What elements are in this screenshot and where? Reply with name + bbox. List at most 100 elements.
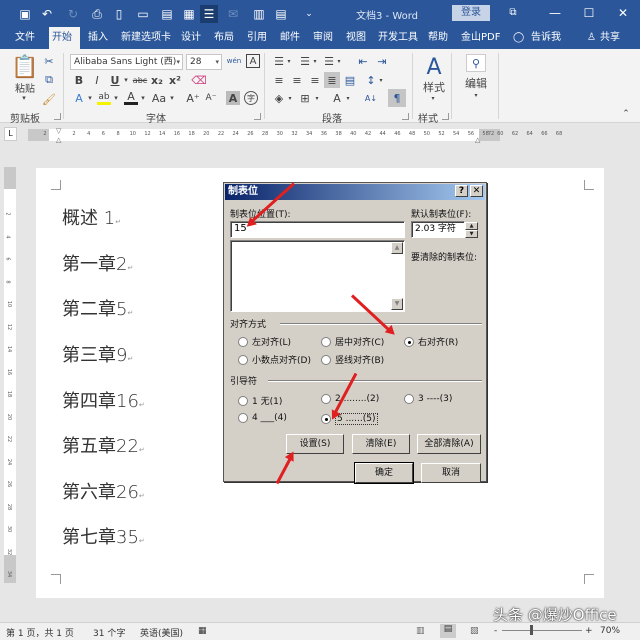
shrink-font-button[interactable]: A⁻ [204, 91, 218, 105]
bold-button[interactable]: B [72, 73, 86, 87]
text-effects-button[interactable]: A [72, 91, 86, 105]
bullets-dropdown-icon[interactable]: ▾ [286, 54, 292, 68]
save-icon[interactable]: ▣ [16, 5, 34, 23]
tab-kingsoft-pdf[interactable]: 金山PDF [458, 27, 503, 49]
line-spacing-dropdown-icon[interactable]: ▾ [378, 73, 384, 87]
tab-mailings[interactable]: 邮件 [277, 27, 303, 49]
left-indent-marker[interactable]: △ [56, 136, 61, 144]
toc-line[interactable]: 第六章26↵ [62, 478, 145, 504]
spin-down-icon[interactable]: ▼ [465, 230, 478, 238]
font-color-dropdown-icon[interactable]: ▾ [139, 91, 147, 105]
character-shading-button[interactable]: A [226, 91, 240, 105]
subscript-button[interactable]: x₂ [150, 73, 164, 87]
toc-line[interactable]: 第二章5↵ [62, 295, 133, 321]
dialog-title[interactable]: 制表位 [225, 184, 485, 200]
tab-layout[interactable]: 布局 [211, 27, 237, 49]
find-icon[interactable]: ⚲ [466, 54, 486, 72]
decrease-indent-icon[interactable]: ⇤ [356, 54, 370, 68]
borders-icon[interactable]: ⊞ [298, 91, 312, 105]
font-name-select[interactable]: Alibaba Sans Light (西) ▾ [70, 54, 183, 70]
clear-all-button[interactable]: 全部清除(A) [417, 434, 481, 454]
multilevel-dropdown-icon[interactable]: ▾ [336, 54, 342, 68]
close-icon[interactable]: ✕ [612, 4, 634, 22]
tab-design[interactable]: 设计 [178, 27, 204, 49]
ok-button[interactable]: 确定 [354, 462, 414, 484]
language[interactable]: 英语(美国) [140, 626, 183, 639]
right-indent-marker[interactable]: △ [475, 136, 480, 144]
word-count[interactable]: 31 个字 [93, 626, 125, 639]
styles-icon[interactable]: A [420, 54, 448, 80]
align-right-icon[interactable]: ≡ [308, 73, 322, 87]
customize-qat-icon[interactable]: ⌄ [300, 5, 318, 23]
grow-font-button[interactable]: A⁺ [186, 91, 200, 105]
paragraph-launcher-icon[interactable]: ↘ [402, 113, 409, 120]
increase-indent-icon[interactable]: ⇥ [375, 54, 389, 68]
web-layout-icon[interactable]: ▧ [470, 626, 479, 636]
print-layout-icon[interactable]: ▤ [440, 624, 456, 638]
underline-button[interactable]: U [108, 73, 122, 87]
chinese-layout-icon[interactable]: A [330, 91, 344, 105]
leader-none-radio[interactable]: 1 无(1) [238, 394, 282, 407]
tab-references[interactable]: 引用 [244, 27, 270, 49]
login-button[interactable]: 登录 [452, 5, 490, 21]
first-line-indent-marker[interactable]: ▽ [56, 127, 61, 135]
tab-new-tab[interactable]: 新建选项卡 [118, 27, 174, 49]
underline-dropdown-icon[interactable]: ▾ [122, 73, 130, 87]
tab-tell-me[interactable]: 告诉我 [528, 27, 564, 49]
numbering-dropdown-icon[interactable]: ▾ [312, 54, 318, 68]
clear-formatting-icon[interactable]: ⌫ [191, 73, 207, 87]
justify-icon[interactable]: ≣ [324, 72, 340, 88]
clear-button[interactable]: 清除(E) [352, 434, 410, 454]
align-bar-radio[interactable]: 竖线对齐(B) [321, 353, 384, 366]
editing-button[interactable]: 编辑 [462, 77, 490, 90]
enclose-characters-button[interactable]: 字 [244, 91, 258, 105]
paste-options-icon[interactable]: ▤ [272, 5, 290, 23]
borders-dropdown-icon[interactable]: ▾ [314, 91, 320, 105]
tab-share[interactable]: 共享 [597, 27, 623, 49]
set-button[interactable]: 设置(S) [286, 434, 344, 454]
collapse-ribbon-icon[interactable]: ⌃ [620, 109, 632, 119]
tab-selector-icon[interactable]: L [4, 127, 17, 141]
show-formatting-marks-icon[interactable]: ¶ [388, 89, 406, 107]
shading-icon[interactable]: ◈ [272, 91, 286, 105]
redo-icon[interactable]: ↻ [64, 5, 82, 23]
toc-line[interactable]: 第七章35↵ [62, 523, 145, 549]
styles-launcher-icon[interactable]: ↘ [442, 113, 449, 120]
spin-up-icon[interactable]: ▲ [465, 222, 478, 230]
macro-recording-icon[interactable]: ▦ [198, 626, 207, 636]
zoom-out-button[interactable]: - [494, 626, 497, 636]
document-view-icon[interactable]: ☰ [200, 5, 218, 23]
print-preview-icon[interactable]: ⎙ [88, 5, 106, 23]
highlight-dropdown-icon[interactable]: ▾ [112, 91, 120, 105]
tab-developer[interactable]: 开发工具 [375, 27, 421, 49]
format-painter-icon[interactable]: 🖌 [42, 92, 56, 106]
zoom-slider-thumb[interactable] [530, 625, 533, 635]
screenshot-icon[interactable]: ▦ [180, 5, 198, 23]
toc-line[interactable]: 第五章22↵ [62, 432, 145, 458]
highlight-button[interactable]: ab [97, 91, 111, 105]
numbering-icon[interactable]: ☰ [298, 54, 312, 68]
open-folder-icon[interactable]: ▭ [134, 5, 152, 23]
superscript-button[interactable]: x² [168, 73, 182, 87]
tell-me-icon[interactable]: ◯ [510, 27, 527, 49]
font-color-button[interactable]: A [124, 90, 138, 105]
leader-dashes-radio[interactable]: 3 ----(3) [404, 394, 452, 404]
bullets-icon[interactable]: ☰ [272, 54, 286, 68]
change-case-button[interactable]: Aa [150, 91, 168, 105]
font-launcher-icon[interactable]: ↘ [254, 113, 261, 120]
change-case-dropdown-icon[interactable]: ▾ [168, 91, 176, 105]
tab-review[interactable]: 审阅 [310, 27, 336, 49]
read-mode-icon[interactable]: ▥ [416, 626, 425, 636]
sort-icon[interactable]: A↓ [364, 91, 378, 105]
font-size-select[interactable]: 28 ▾ [186, 54, 222, 70]
page-count[interactable]: 第 1 页，共 1 页 [6, 626, 74, 639]
align-center-icon[interactable]: ≡ [290, 73, 304, 87]
text-effects-dropdown-icon[interactable]: ▾ [86, 91, 94, 105]
toc-line[interactable]: 概述 1↵ [62, 204, 121, 230]
new-document-icon[interactable]: ▯ [110, 5, 128, 23]
line-spacing-icon[interactable]: ↕ [364, 73, 378, 87]
zoom-in-button[interactable]: + [585, 626, 593, 636]
default-tab-input[interactable]: 2.03 字符 [411, 221, 465, 238]
scroll-down-icon[interactable]: ▼ [391, 298, 403, 310]
align-left-radio[interactable]: 左对齐(L) [238, 335, 291, 348]
